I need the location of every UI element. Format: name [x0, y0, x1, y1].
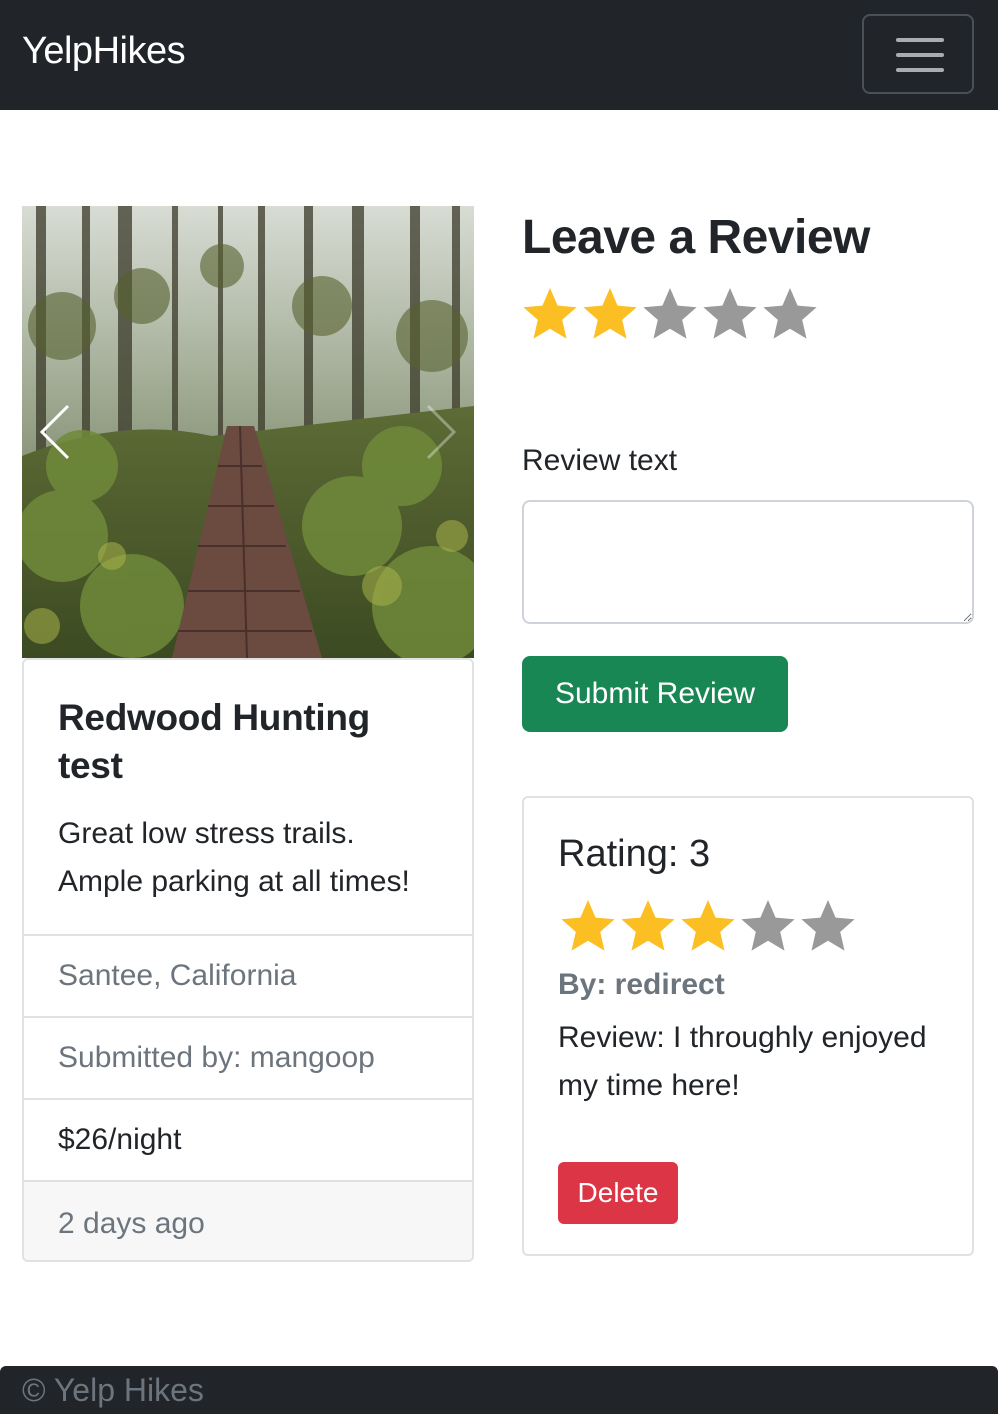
review-text-label: Review text	[522, 444, 678, 477]
submit-review-button[interactable]: Submit Review	[522, 656, 788, 732]
forest-trail-image	[22, 206, 474, 658]
campground-posted-time: 2 days ago	[24, 1180, 472, 1260]
star-filled-icon	[621, 900, 675, 951]
review-star-rating	[558, 896, 972, 956]
campground-price: $26/night	[24, 1098, 472, 1180]
campground-card: Redwood Hunting test Great low stress tr…	[22, 658, 474, 1262]
navbar-toggler-button[interactable]	[862, 14, 974, 94]
review-card: Rating: 3 By: redirect Review: I through…	[522, 796, 974, 1256]
brand-link[interactable]: YelpHikes	[22, 30, 186, 73]
star-rating-input[interactable]	[520, 284, 820, 346]
star-filled-icon	[681, 900, 735, 951]
star-empty-icon	[741, 900, 795, 951]
review-author: By: redirect	[558, 968, 725, 1001]
star-empty-icon[interactable]	[760, 284, 820, 344]
campground-description: Great low stress trails. Ample parking a…	[58, 817, 410, 898]
review-body-text: Review: I throughly enjoyed my time here…	[558, 1021, 927, 1102]
carousel-next-icon[interactable]	[420, 402, 460, 462]
navbar: YelpHikes	[0, 0, 998, 110]
review-text-field[interactable]	[522, 500, 974, 624]
star-empty-icon	[801, 900, 855, 951]
campground-submitted-by: Submitted by: mangoop	[24, 1016, 472, 1098]
campground-image-carousel	[22, 206, 474, 658]
star-filled-icon[interactable]	[520, 284, 580, 344]
delete-review-button[interactable]: Delete	[558, 1162, 678, 1224]
review-rating-title: Rating: 3	[558, 833, 711, 875]
campground-title: Redwood Hunting test	[58, 697, 370, 786]
star-empty-icon[interactable]	[640, 284, 700, 344]
carousel-prev-icon[interactable]	[36, 402, 76, 462]
star-filled-icon	[561, 900, 615, 951]
star-filled-icon[interactable]	[580, 284, 640, 344]
campground-card-body: Redwood Hunting test Great low stress tr…	[24, 660, 472, 936]
star-empty-icon[interactable]	[700, 284, 760, 344]
review-form-title: Leave a Review	[522, 211, 870, 264]
campground-location: Santee, California	[24, 934, 472, 1016]
page-footer: © Yelp Hikes	[0, 1366, 998, 1414]
